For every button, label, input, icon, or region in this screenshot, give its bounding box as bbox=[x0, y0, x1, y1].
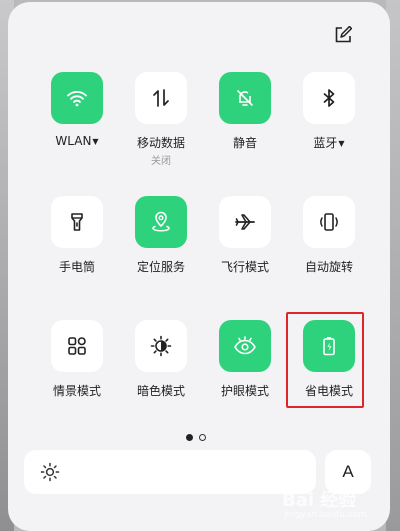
tile-label: WLAN▼ bbox=[55, 134, 99, 148]
tile-status: 关闭 bbox=[151, 156, 171, 167]
sun-icon bbox=[40, 462, 60, 482]
scene-mode-toggle[interactable] bbox=[51, 320, 103, 372]
highlight-box bbox=[286, 312, 364, 408]
airplane-icon bbox=[235, 214, 255, 230]
watermark-sub: jingyan.baidu.com bbox=[284, 510, 368, 520]
tile-auto-rotate[interactable]: 自动旋转 bbox=[284, 196, 374, 306]
wifi-icon bbox=[67, 91, 87, 107]
page-dot-inactive[interactable] bbox=[199, 434, 206, 441]
wlan-toggle[interactable] bbox=[51, 72, 103, 124]
tile-label: 手电筒 bbox=[58, 260, 95, 274]
edit-icon bbox=[335, 26, 352, 43]
tile-label: 护眼模式 bbox=[220, 384, 269, 398]
watermark: Bai 经验 jingyan.baidu.com bbox=[270, 486, 400, 528]
edit-button[interactable] bbox=[332, 24, 354, 46]
tile-label: 定位服务 bbox=[136, 260, 185, 274]
dark-mode-icon bbox=[150, 335, 172, 357]
tile-eye-care[interactable]: 护眼模式 bbox=[200, 320, 290, 430]
auto-rotate-icon bbox=[320, 213, 338, 231]
mobile-data-toggle[interactable] bbox=[135, 72, 187, 124]
tile-dark-mode[interactable]: 暗色模式 bbox=[116, 320, 206, 430]
watermark-main: Bai 经验 bbox=[282, 490, 357, 511]
location-toggle[interactable] bbox=[135, 196, 187, 248]
chevron-down-icon: ▼ bbox=[338, 139, 345, 148]
tile-bluetooth[interactable]: 蓝牙▼ bbox=[284, 72, 374, 182]
flashlight-icon bbox=[71, 213, 83, 231]
tile-label: 飞行模式 bbox=[220, 260, 269, 274]
mute-toggle[interactable] bbox=[219, 72, 271, 124]
tile-mobile-data[interactable]: 移动数据 关闭 bbox=[116, 72, 206, 182]
auto-rotate-toggle[interactable] bbox=[303, 196, 355, 248]
dark-mode-toggle[interactable] bbox=[135, 320, 187, 372]
tile-airplane[interactable]: 飞行模式 bbox=[200, 196, 290, 306]
eye-icon bbox=[234, 336, 256, 355]
tile-label: 暗色模式 bbox=[136, 384, 185, 398]
tile-flashlight[interactable]: 手电筒 bbox=[32, 196, 122, 306]
tile-mute[interactable]: 静音 bbox=[200, 72, 290, 182]
page-dot-active[interactable] bbox=[186, 434, 193, 441]
tile-label: 静音 bbox=[232, 136, 257, 150]
bluetooth-icon bbox=[323, 89, 335, 107]
tile-wlan[interactable]: WLAN▼ bbox=[32, 72, 122, 182]
grid-icon bbox=[68, 337, 86, 355]
location-icon bbox=[152, 211, 170, 232]
chevron-down-icon: ▼ bbox=[92, 137, 99, 146]
tile-location[interactable]: 定位服务 bbox=[116, 196, 206, 306]
tile-label: 移动数据 bbox=[136, 136, 185, 150]
tile-scene-mode[interactable]: 情景模式 bbox=[32, 320, 122, 430]
bluetooth-toggle[interactable] bbox=[303, 72, 355, 124]
airplane-toggle[interactable] bbox=[219, 196, 271, 248]
tile-label: 情景模式 bbox=[52, 384, 101, 398]
page-indicator bbox=[186, 434, 206, 441]
bell-off-icon bbox=[237, 90, 253, 106]
mobile-data-icon bbox=[153, 89, 169, 107]
eye-care-toggle[interactable] bbox=[219, 320, 271, 372]
flashlight-toggle[interactable] bbox=[51, 196, 103, 248]
tile-label: 蓝牙▼ bbox=[313, 136, 345, 150]
tile-label: 自动旋转 bbox=[304, 260, 353, 274]
